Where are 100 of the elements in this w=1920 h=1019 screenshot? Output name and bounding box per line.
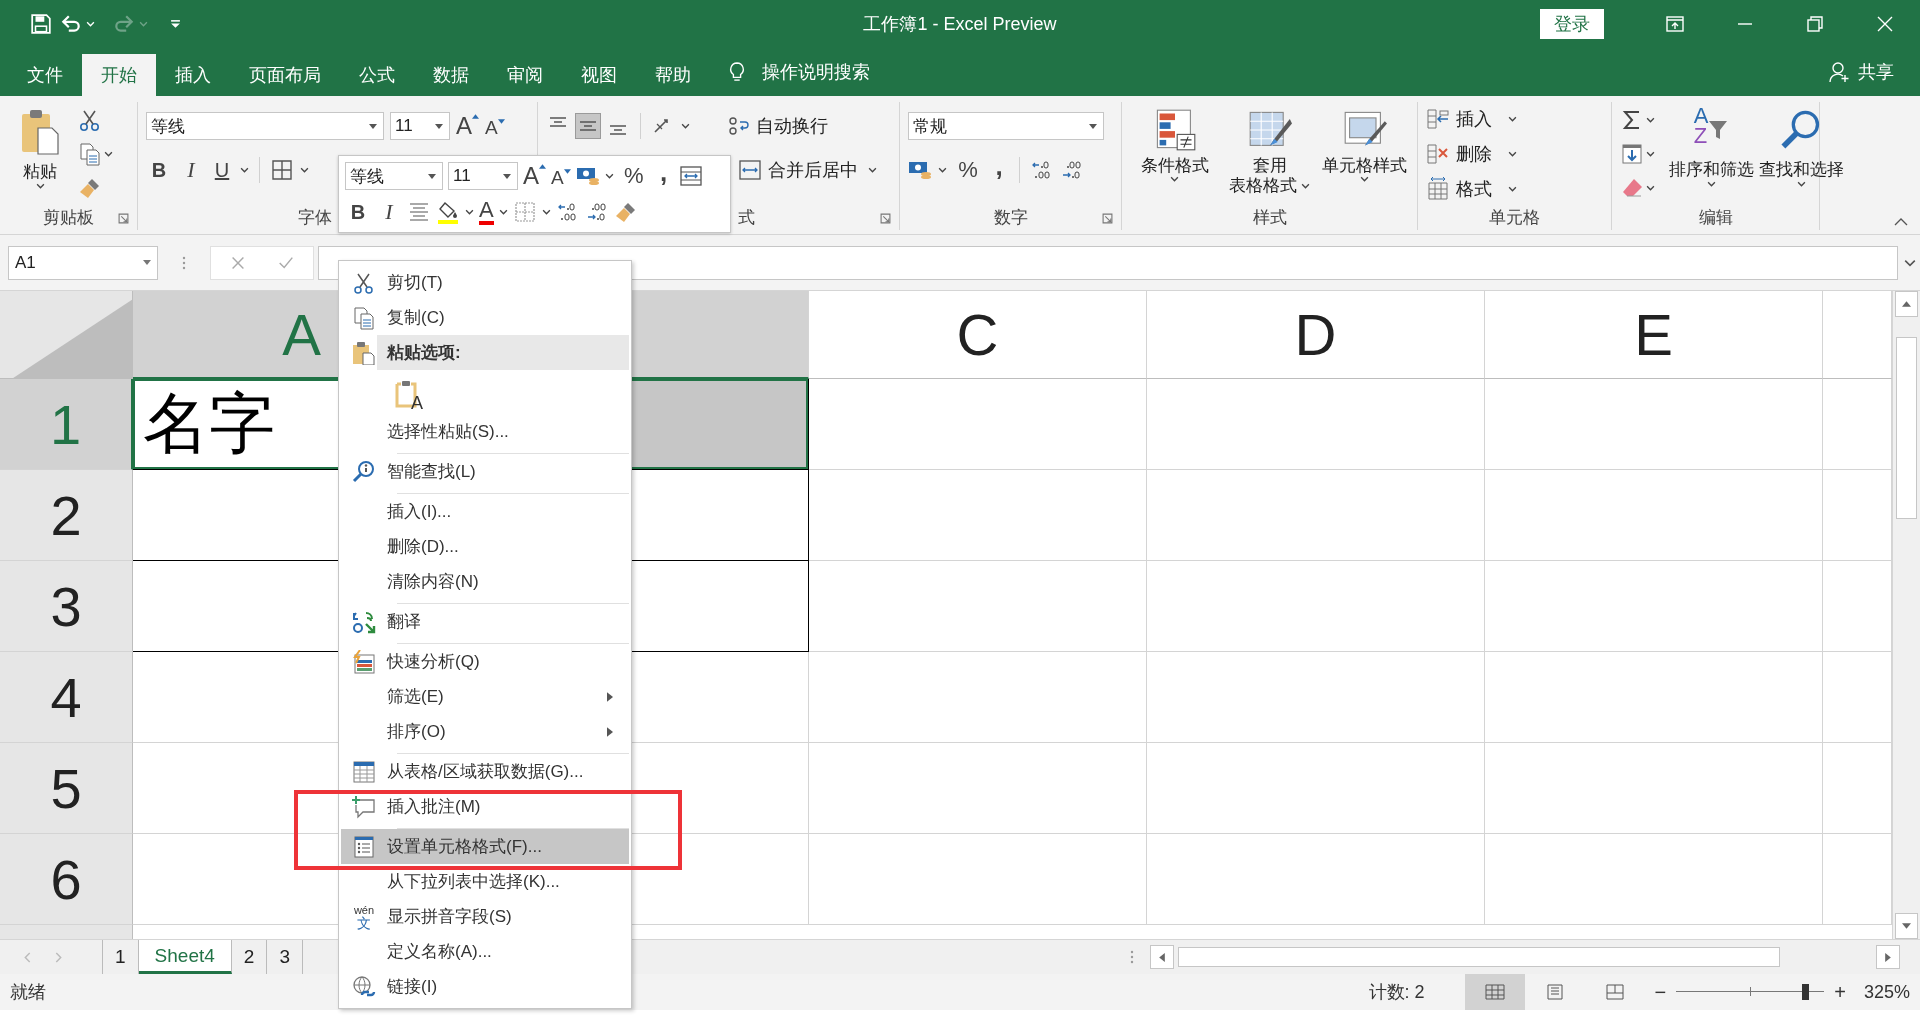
caret-icon[interactable] (1646, 185, 1655, 191)
ribbon-tab[interactable]: 文件 (8, 54, 82, 96)
row-header[interactable]: 4 (0, 652, 133, 743)
font-name-field[interactable]: 等线 (345, 162, 443, 190)
caret-icon[interactable] (604, 173, 614, 179)
ribbon-tab[interactable]: 数据 (414, 54, 488, 96)
vertical-scrollbar[interactable] (1892, 291, 1920, 939)
caret-icon[interactable] (1646, 117, 1655, 123)
percent-button[interactable]: % (618, 163, 649, 189)
close-icon[interactable] (1875, 14, 1895, 34)
cells-button[interactable]: 格式 (1426, 172, 1603, 205)
menu-item[interactable]: 插入(I)... (341, 494, 629, 529)
tell-me-search[interactable]: 操作说明搜索 (762, 48, 870, 96)
borders-icon[interactable] (270, 158, 294, 182)
sign-in-button[interactable]: 登录 (1540, 9, 1604, 39)
number-format-field[interactable]: 常规 (908, 112, 1104, 140)
sheet-tab[interactable]: Sheet4 (138, 940, 232, 974)
merge-center-button[interactable]: 合并后居中 (738, 158, 877, 182)
find-select-button[interactable]: 查找和选择 (1759, 102, 1843, 204)
zoom-out-button[interactable]: − (1654, 980, 1667, 1004)
shrink-font-button[interactable]: A (551, 167, 571, 189)
style-button[interactable]: 单元格样式 (1320, 102, 1409, 204)
horizontal-scrollbar[interactable] (1150, 945, 1900, 969)
column-header[interactable]: C (809, 291, 1147, 379)
middle-align-icon[interactable] (576, 114, 600, 138)
column-header[interactable]: E (1485, 291, 1823, 379)
percent-button[interactable]: % (953, 157, 983, 183)
caret-icon[interactable] (300, 167, 309, 173)
caret-icon[interactable] (541, 209, 551, 215)
decrease-decimal-icon[interactable] (1060, 158, 1084, 182)
menu-item[interactable]: 设置单元格格式(F)... (341, 829, 629, 864)
column-header[interactable]: D (1147, 291, 1485, 379)
shrink-font-button[interactable]: A (485, 117, 505, 139)
slider-thumb[interactable] (1802, 984, 1809, 1000)
fill-down-icon[interactable] (1620, 142, 1644, 166)
zoom-level-text[interactable]: 325% (1863, 981, 1910, 1003)
caret-icon[interactable] (681, 123, 690, 129)
menu-item[interactable]: 定义名称(A)... (341, 934, 629, 969)
style-button[interactable]: 条件格式 (1130, 102, 1219, 204)
share-button[interactable]: 共享 (1858, 48, 1894, 96)
font-size-field[interactable]: 11 (448, 162, 518, 190)
ribbon-tab[interactable]: 视图 (562, 54, 636, 96)
row-header[interactable]: 6 (0, 834, 133, 925)
underline-button[interactable]: U (210, 158, 234, 182)
caret-icon[interactable] (240, 167, 249, 173)
bold-button[interactable]: B (146, 158, 172, 182)
caret-icon[interactable] (938, 167, 947, 173)
grow-font-button[interactable]: A (456, 112, 479, 140)
grow-font-button[interactable]: A (523, 162, 546, 190)
fill-color-icon[interactable] (436, 200, 460, 224)
style-button[interactable]: 套用 表格格式 (1225, 102, 1314, 204)
italic-button[interactable]: I (376, 199, 402, 225)
row-header[interactable]: 5 (0, 743, 133, 834)
cells-button[interactable]: 删除 (1426, 137, 1603, 170)
normal-view-button[interactable] (1464, 974, 1525, 1010)
bold-button[interactable]: B (345, 200, 371, 224)
menu-item[interactable]: 从下拉列表中选择(K)... (341, 864, 629, 899)
ribbon-tab[interactable]: 公式 (340, 54, 414, 96)
row-header[interactable]: 3 (0, 561, 133, 652)
zoom-in-button[interactable]: + (1834, 980, 1846, 1004)
redo-icon[interactable] (113, 13, 135, 35)
merge-icon[interactable] (678, 164, 703, 188)
name-box[interactable]: A1 (8, 245, 158, 280)
scroll-thumb[interactable] (1178, 947, 1780, 967)
caret-icon[interactable] (465, 209, 474, 215)
row-header[interactable]: 2 (0, 470, 133, 561)
ribbon-display-icon[interactable] (1665, 14, 1685, 34)
collapse-ribbon-icon[interactable] (1894, 218, 1908, 226)
ribbon-tab[interactable]: 开始 (82, 54, 156, 96)
dialog-launcher-icon[interactable] (1102, 213, 1113, 224)
menu-item[interactable]: 删除(D)... (341, 529, 629, 564)
paste-button[interactable]: 粘贴 (8, 102, 72, 204)
undo-icon[interactable] (60, 13, 82, 35)
font-name-field[interactable]: 等线 (146, 112, 384, 140)
left-arrow-icon[interactable] (1159, 952, 1165, 962)
comma-button[interactable]: , (989, 158, 1009, 182)
lightbulb-icon[interactable] (728, 60, 746, 84)
font-size-field[interactable]: 11 (390, 112, 450, 140)
caret-icon[interactable] (104, 151, 113, 157)
restore-icon[interactable] (1805, 14, 1825, 34)
caret-icon[interactable] (1646, 151, 1655, 157)
wrap-text-button[interactable]: 自动换行 (726, 114, 828, 138)
comma-button[interactable]: , (653, 164, 674, 188)
ribbon-tab[interactable]: 帮助 (636, 54, 710, 96)
menu-item[interactable]: 从表格/区域获取数据(G)... (341, 754, 629, 789)
dialog-launcher-icon[interactable] (880, 213, 891, 224)
zoom-slider[interactable] (1676, 982, 1825, 1002)
ribbon-tab[interactable]: 插入 (156, 54, 230, 96)
customize-icon[interactable] (170, 19, 181, 29)
italic-button[interactable]: I (178, 157, 204, 183)
dialog-launcher-icon[interactable] (118, 213, 129, 224)
center-align-icon[interactable] (407, 200, 431, 224)
menu-item[interactable]: 快速分析(Q) (341, 644, 629, 679)
sort-filter-button[interactable]: A Z 排序和筛选 (1669, 102, 1753, 204)
caret-icon[interactable] (498, 209, 508, 215)
font-color-button[interactable]: A (479, 199, 494, 225)
scroll-thumb[interactable] (1896, 337, 1917, 519)
save-icon[interactable] (30, 13, 52, 35)
ribbon-tab[interactable]: 审阅 (488, 54, 562, 96)
ribbon-tab[interactable]: 页面布局 (230, 54, 340, 96)
